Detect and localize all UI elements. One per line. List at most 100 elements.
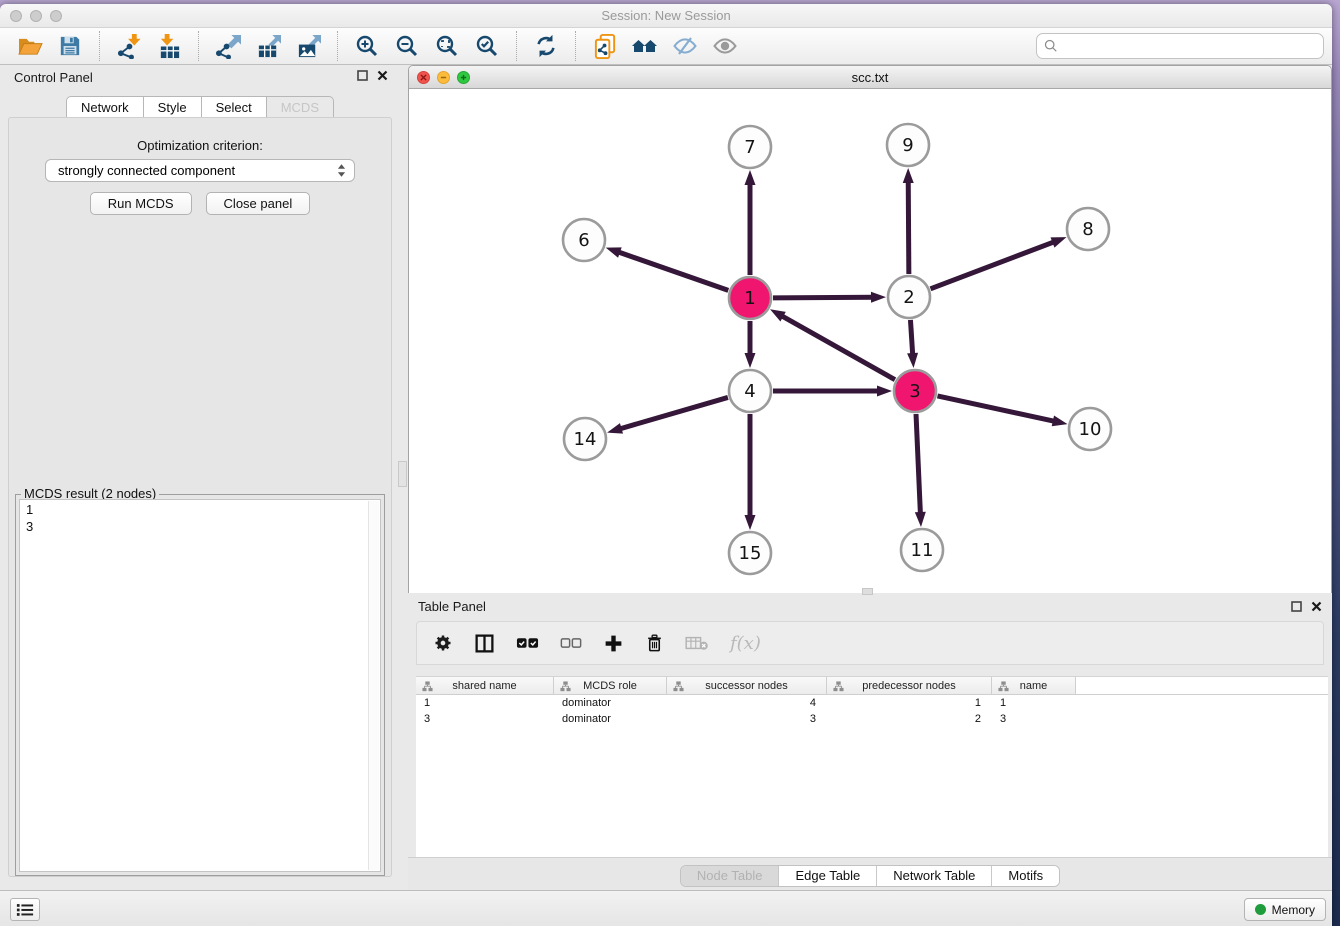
- graph-edge-3-1[interactable]: [780, 315, 894, 380]
- zoom-out-button[interactable]: [391, 30, 423, 62]
- cell-name[interactable]: 1: [992, 695, 1076, 711]
- column-header-MCDS-role[interactable]: MCDS role: [554, 677, 667, 694]
- column-sort-tree-icon: [833, 681, 844, 692]
- close-window-button[interactable]: [10, 10, 22, 22]
- zoom-window-button[interactable]: [50, 10, 62, 22]
- checked-boxes-icon: [516, 636, 539, 650]
- zoom-fit-button[interactable]: [431, 30, 463, 62]
- export-image-icon: [296, 34, 321, 59]
- graph-edge-1-6[interactable]: [617, 252, 728, 291]
- delete-column-button[interactable]: [645, 633, 664, 654]
- deselect-all-button[interactable]: [560, 637, 582, 650]
- cell-predecessor-nodes[interactable]: 2: [827, 711, 992, 727]
- show-panel-button[interactable]: [709, 30, 741, 62]
- graph-edge-arrowhead: [871, 292, 886, 303]
- hide-panel-button[interactable]: [669, 30, 701, 62]
- graph-edge-4-14[interactable]: [619, 397, 728, 429]
- function-builder-button[interactable]: f(x): [730, 633, 761, 654]
- trash-icon: [645, 633, 664, 654]
- graph-node-label: 15: [739, 543, 762, 564]
- table-settings-button[interactable]: [433, 633, 453, 653]
- cell-name[interactable]: 3: [992, 711, 1076, 727]
- graph-edge-1-2[interactable]: [773, 297, 874, 298]
- graph-edge-3-10[interactable]: [937, 396, 1055, 422]
- optimization-criterion-select[interactable]: strongly connected component: [45, 159, 355, 182]
- cell-shared-name[interactable]: 1: [416, 695, 554, 711]
- network-close-button[interactable]: [417, 71, 430, 84]
- create-column-button[interactable]: [603, 633, 624, 654]
- column-header-name[interactable]: name: [992, 677, 1076, 694]
- column-header-label: shared name: [452, 680, 516, 692]
- cell-predecessor-nodes[interactable]: 1: [827, 695, 992, 711]
- graph-edge-2-3[interactable]: [910, 320, 912, 356]
- memory-button[interactable]: Memory: [1244, 898, 1326, 921]
- float-panel-icon[interactable]: [1291, 601, 1302, 612]
- graph-edge-3-11[interactable]: [916, 414, 920, 515]
- result-scrollbar[interactable]: [368, 501, 379, 870]
- network-canvas[interactable]: 7968124314101511: [409, 89, 1331, 593]
- export-table-button[interactable]: [252, 30, 284, 62]
- column-sort-tree-icon: [998, 681, 1009, 692]
- close-panel-button[interactable]: Close panel: [206, 192, 311, 215]
- run-mcds-button[interactable]: Run MCDS: [90, 192, 192, 215]
- cell-successor-nodes[interactable]: 4: [667, 695, 827, 711]
- plus-icon: [603, 633, 624, 654]
- cell-shared-name[interactable]: 3: [416, 711, 554, 727]
- close-panel-icon[interactable]: [1311, 601, 1322, 612]
- delete-table-button[interactable]: [685, 634, 709, 652]
- column-header-successor-nodes[interactable]: successor nodes: [667, 677, 827, 694]
- new-network-from-selection-button[interactable]: [589, 30, 621, 62]
- search-field: [1036, 33, 1324, 59]
- graph-edge-arrowhead: [745, 170, 756, 185]
- close-panel-icon[interactable]: [377, 70, 388, 81]
- cell-MCDS-role[interactable]: dominator: [554, 711, 667, 727]
- column-sort-tree-icon: [673, 681, 684, 692]
- refresh-button[interactable]: [530, 30, 562, 62]
- network-minimize-button[interactable]: [437, 71, 450, 84]
- tab-style[interactable]: Style: [144, 96, 202, 119]
- control-panel: Control Panel NetworkStyleSelectMCDS Opt…: [0, 65, 400, 890]
- cell-MCDS-role[interactable]: dominator: [554, 695, 667, 711]
- network-file-icon: [593, 34, 618, 59]
- mcds-result-textarea[interactable]: 1 3: [19, 499, 381, 872]
- import-network-button[interactable]: [113, 30, 145, 62]
- show-columns-button[interactable]: [474, 633, 495, 654]
- graph-edge-2-9[interactable]: [908, 180, 909, 274]
- tab-motifs[interactable]: Motifs: [992, 866, 1059, 886]
- column-sort-tree-icon: [560, 681, 571, 692]
- tab-edge-table[interactable]: Edge Table: [779, 866, 877, 886]
- select-all-button[interactable]: [516, 636, 539, 650]
- tab-mcds[interactable]: MCDS: [267, 96, 334, 119]
- tab-network-table[interactable]: Network Table: [877, 866, 992, 886]
- column-sort-tree-icon: [422, 681, 433, 692]
- minimize-window-button[interactable]: [30, 10, 42, 22]
- column-header-shared-name[interactable]: shared name: [416, 677, 554, 694]
- vertical-splitter-handle[interactable]: [398, 461, 407, 487]
- columns-icon: [474, 633, 495, 654]
- table-row[interactable]: 3dominator323: [416, 711, 1328, 727]
- network-zoom-button[interactable]: [457, 71, 470, 84]
- node-table[interactable]: shared name MCDS rolesuccessor nodesprede…: [416, 676, 1328, 857]
- gear-icon: [433, 633, 453, 653]
- graph-edge-2-8[interactable]: [931, 241, 1056, 288]
- save-session-button[interactable]: [54, 30, 86, 62]
- tab-node-table[interactable]: Node Table: [681, 866, 780, 886]
- home-button[interactable]: [629, 30, 661, 62]
- horizontal-splitter-handle[interactable]: [862, 588, 873, 595]
- tab-select[interactable]: Select: [202, 96, 267, 119]
- task-history-button[interactable]: [10, 898, 40, 921]
- column-header-predecessor-nodes[interactable]: predecessor nodes: [827, 677, 992, 694]
- search-input[interactable]: [1036, 33, 1324, 59]
- tab-network[interactable]: Network: [66, 96, 144, 119]
- zoom-selected-button[interactable]: [471, 30, 503, 62]
- import-table-button[interactable]: [153, 30, 185, 62]
- export-network-button[interactable]: [212, 30, 244, 62]
- cell-successor-nodes[interactable]: 3: [667, 711, 827, 727]
- zoom-in-button[interactable]: [351, 30, 383, 62]
- float-panel-icon[interactable]: [357, 70, 368, 81]
- network-graph[interactable]: 7968124314101511: [409, 89, 1331, 593]
- table-row[interactable]: 1dominator411: [416, 695, 1328, 711]
- import-table-icon: [157, 34, 182, 59]
- export-image-button[interactable]: [292, 30, 324, 62]
- open-session-button[interactable]: [14, 30, 46, 62]
